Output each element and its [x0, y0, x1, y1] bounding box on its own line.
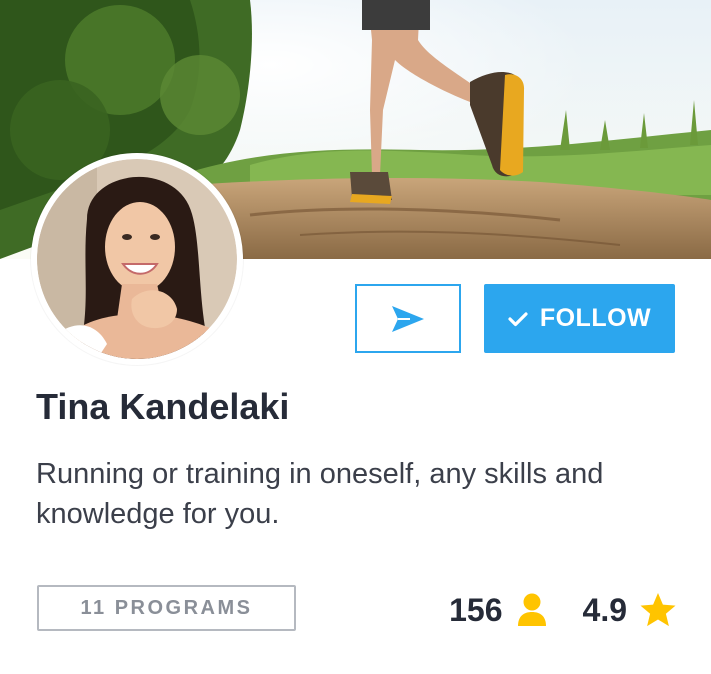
stats: 156 4.9 [449, 588, 677, 632]
followers-stat: 156 [449, 592, 548, 629]
profile-name: Tina Kandelaki [36, 386, 290, 427]
paper-plane-icon [390, 304, 426, 334]
profile-card: FOLLOW Tina Kandelaki Running or trainin… [0, 0, 711, 674]
star-icon [639, 592, 677, 628]
avatar [31, 153, 243, 365]
rating-value: 4.9 [582, 591, 627, 628]
programs-button[interactable]: 11 PROGRAMS [37, 585, 296, 631]
rating-stat: 4.9 [583, 592, 677, 629]
user-icon [515, 592, 549, 628]
programs-label: 11 PROGRAMS [80, 596, 253, 619]
send-message-button[interactable] [355, 284, 461, 353]
followers-count: 156 [449, 591, 503, 628]
follow-button[interactable]: FOLLOW [484, 284, 675, 353]
check-icon [508, 311, 528, 327]
follow-label: FOLLOW [539, 304, 652, 332]
profile-bio: Running or training in oneself, any skil… [36, 458, 604, 530]
